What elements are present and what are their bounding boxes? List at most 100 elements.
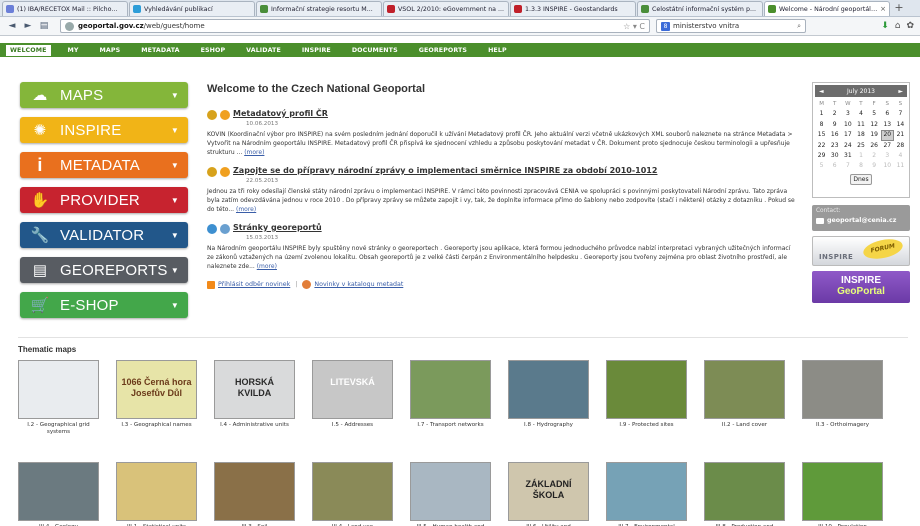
- calendar-day[interactable]: 3: [841, 109, 854, 119]
- history-icon[interactable]: ▤: [38, 20, 50, 32]
- calendar-day[interactable]: 8: [815, 120, 828, 130]
- site-nav-item[interactable]: METADATA: [141, 47, 179, 54]
- thematic-map-thumbnail[interactable]: [606, 462, 687, 521]
- catalog-news-link[interactable]: Novinky v katalogu metadat: [314, 281, 403, 288]
- browser-tab[interactable]: Informační strategie resortu M...: [256, 1, 382, 16]
- site-nav-item[interactable]: MAPS: [100, 47, 121, 54]
- inspire-geoportal-banner[interactable]: INSPIRE GeoPortal: [812, 271, 910, 303]
- thematic-map-thumbnail[interactable]: [410, 462, 491, 521]
- calendar-day[interactable]: 2: [868, 151, 881, 161]
- site-identity-icon[interactable]: [65, 21, 74, 31]
- site-nav-item[interactable]: ESHOP: [201, 47, 226, 54]
- menu-button[interactable]: ☁ MAPS ▼: [20, 82, 188, 108]
- news-more-link[interactable]: (more): [244, 149, 264, 156]
- news-more-link[interactable]: (more): [257, 263, 277, 270]
- calendar-day[interactable]: 26: [868, 141, 881, 151]
- thematic-map-tile[interactable]: III.10 - Population distribution - demog…: [802, 462, 883, 526]
- contact-email[interactable]: geoportal@cenia.cz: [816, 217, 906, 224]
- calendar-day[interactable]: 30: [828, 151, 841, 161]
- site-nav-item[interactable]: VALIDATE: [246, 47, 281, 54]
- news-title-link[interactable]: Stránky georeportů: [233, 223, 322, 232]
- back-icon[interactable]: ◄: [6, 20, 18, 32]
- thematic-map-thumbnail[interactable]: 1066 Černá hora Josefův Důl: [116, 360, 197, 419]
- calendar-day[interactable]: 21: [894, 130, 907, 140]
- calendar-day[interactable]: 16: [828, 130, 841, 140]
- site-nav-item[interactable]: WELCOME: [6, 44, 51, 56]
- calendar-next-icon[interactable]: ►: [898, 88, 903, 95]
- browser-tab[interactable]: Welcome - Národní geoportál I... ×: [764, 1, 890, 16]
- calendar-day[interactable]: 11: [894, 161, 907, 171]
- calendar-day[interactable]: 10: [841, 120, 854, 130]
- calendar-day[interactable]: 28: [894, 141, 907, 151]
- calendar-day[interactable]: 1: [854, 151, 867, 161]
- calendar-today-button[interactable]: Dnes: [850, 173, 872, 185]
- new-tab-icon[interactable]: +: [891, 2, 907, 16]
- menu-button[interactable]: i METADATA ▼: [20, 152, 188, 178]
- calendar-day[interactable]: 29: [815, 151, 828, 161]
- calendar-day[interactable]: 7: [894, 109, 907, 119]
- calendar-prev-icon[interactable]: ◄: [819, 88, 824, 95]
- calendar-day[interactable]: 22: [815, 141, 828, 151]
- menu-button[interactable]: ▤ GEOREPORTS ▼: [20, 257, 188, 283]
- thematic-map-tile[interactable]: II.2 - Land cover: [704, 360, 785, 436]
- thematic-map-tile[interactable]: I.2 - Geographical grid systems: [18, 360, 99, 436]
- site-nav-item[interactable]: INSPIRE: [302, 47, 331, 54]
- thematic-map-tile[interactable]: III.3 - Soil: [214, 462, 295, 526]
- site-nav-item[interactable]: HELP: [488, 47, 507, 54]
- thematic-map-thumbnail[interactable]: [704, 360, 785, 419]
- thematic-map-tile[interactable]: I.8 - Hydrography: [508, 360, 589, 436]
- calendar-day[interactable]: 17: [841, 130, 854, 140]
- calendar-day[interactable]: 3: [881, 151, 894, 161]
- browser-tab[interactable]: VSOL 2/2010: eGovernment na ...: [383, 1, 509, 16]
- calendar-day[interactable]: 4: [854, 109, 867, 119]
- news-more-link[interactable]: (more): [236, 206, 256, 213]
- thematic-map-tile[interactable]: III.5 - Human health and safety: [410, 462, 491, 526]
- calendar-day[interactable]: 6: [828, 161, 841, 171]
- thematic-map-thumbnail[interactable]: [214, 462, 295, 521]
- calendar-day[interactable]: 31: [841, 151, 854, 161]
- search-engine-icon[interactable]: 8: [661, 21, 670, 31]
- site-nav-item[interactable]: GEOREPORTS: [419, 47, 467, 54]
- thematic-map-thumbnail[interactable]: [704, 462, 785, 521]
- calendar-day[interactable]: 8: [854, 161, 867, 171]
- bookmark-star-icon[interactable]: ☆ ▾ C: [623, 22, 645, 31]
- calendar-day[interactable]: 9: [828, 120, 841, 130]
- search-bar[interactable]: 8 ministerstvo vnitra ⌕: [656, 19, 806, 33]
- thematic-map-thumbnail[interactable]: [312, 462, 393, 521]
- forward-icon[interactable]: ►: [22, 20, 34, 32]
- thematic-map-tile[interactable]: LITEVSKÁ I.5 - Addresses: [312, 360, 393, 436]
- calendar-day[interactable]: 20: [880, 130, 894, 141]
- thematic-map-thumbnail[interactable]: [802, 360, 883, 419]
- menu-button[interactable]: ✺ INSPIRE ▼: [20, 117, 188, 143]
- thematic-map-tile[interactable]: III.8 - Production and industrial facili…: [704, 462, 785, 526]
- calendar-day[interactable]: 10: [881, 161, 894, 171]
- thematic-map-thumbnail[interactable]: [116, 462, 197, 521]
- calendar-day[interactable]: 24: [841, 141, 854, 151]
- site-nav-item[interactable]: DOCUMENTS: [352, 47, 398, 54]
- calendar-day[interactable]: 7: [841, 161, 854, 171]
- calendar-day[interactable]: 14: [894, 120, 907, 130]
- thematic-map-thumbnail[interactable]: [606, 360, 687, 419]
- tab-close-icon[interactable]: ×: [880, 5, 886, 13]
- calendar-day[interactable]: 2: [828, 109, 841, 119]
- menu-button[interactable]: 🛒 E-SHOP ▼: [20, 292, 188, 318]
- menu-button[interactable]: ✋ PROVIDER ▼: [20, 187, 188, 213]
- calendar-day[interactable]: 13: [881, 120, 894, 130]
- thematic-map-tile[interactable]: 1066 Černá hora Josefův Důl I.3 - Geograp…: [116, 360, 197, 436]
- thematic-map-thumbnail[interactable]: ZÁKLADNÍ ŠKOLA: [508, 462, 589, 521]
- calendar-day[interactable]: 25: [854, 141, 867, 151]
- search-input[interactable]: ministerstvo vnitra: [673, 22, 739, 30]
- calendar-day[interactable]: 9: [868, 161, 881, 171]
- thematic-map-thumbnail[interactable]: LITEVSKÁ: [312, 360, 393, 419]
- thematic-map-tile[interactable]: III.4 - Land use: [312, 462, 393, 526]
- thematic-map-thumbnail[interactable]: [508, 360, 589, 419]
- addon-icon[interactable]: ✿: [906, 21, 914, 31]
- thematic-map-tile[interactable]: I.7 - Transport networks: [410, 360, 491, 436]
- thematic-map-tile[interactable]: HORSKÁ KVILDA I.4 - Administrative units: [214, 360, 295, 436]
- browser-tab[interactable]: (1) IBA/RECETOX Mail :: Pilcho...: [2, 1, 128, 16]
- thematic-map-thumbnail[interactable]: HORSKÁ KVILDA: [214, 360, 295, 419]
- calendar-day[interactable]: 6: [881, 109, 894, 119]
- browser-tab[interactable]: 1.3.3 INSPIRE - Geostandards: [510, 1, 636, 16]
- browser-tab[interactable]: Vyhledávání publikací: [129, 1, 255, 16]
- thematic-map-tile[interactable]: I.9 - Protected sites: [606, 360, 687, 436]
